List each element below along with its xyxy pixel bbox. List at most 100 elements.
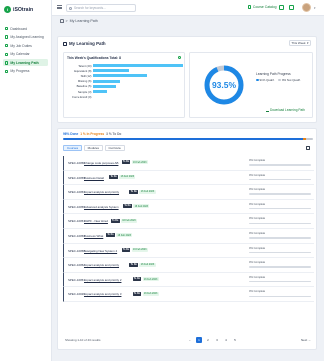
- brand-logo[interactable]: i iSOtrain: [0, 0, 51, 17]
- qualification-bar: [93, 74, 147, 78]
- status-badge: To Do: [121, 247, 131, 252]
- completion-track: [249, 178, 311, 181]
- logo-mark-icon: i: [4, 6, 11, 13]
- course-name-link[interactable]: Impact analysis and priority: [84, 263, 119, 267]
- table-row[interactable]: SPEC-10053 Impact analysis and priority To…: [63, 185, 314, 200]
- hamburger-menu-icon[interactable]: [57, 5, 62, 9]
- chevron-down-icon[interactable]: ▾: [314, 6, 316, 10]
- status-badge: To Do: [110, 218, 120, 223]
- course-name-link[interactable]: Business Detail: [84, 176, 104, 180]
- completion-status: 0% Complete: [249, 275, 266, 279]
- tab-curricula[interactable]: Curricula: [104, 145, 125, 151]
- due-date-badge: 16 Feb 2023: [133, 204, 150, 209]
- qualification-label: Skill (12): [80, 73, 92, 78]
- due-date-badge: 16 Feb 2023: [142, 291, 159, 296]
- courses-panel: 96% Done 1 % In Progress 3 % To Do Cours…: [57, 128, 317, 350]
- course-name-link[interactable]: Impact analysis and priority 2: [84, 278, 121, 282]
- course-name-link[interactable]: Impact analysis and priority: [84, 190, 119, 194]
- table-row[interactable]: SPEC-10059 Business Detail To Do 16 Feb 202…: [63, 170, 314, 186]
- completion-track: [249, 237, 311, 239]
- sidebar-item-dashboard[interactable]: Dashboard: [3, 25, 48, 32]
- course-name-link[interactable]: DHPF - New Hired: [84, 219, 108, 223]
- page-4-button[interactable]: 4: [223, 337, 229, 343]
- learning-path-icon: [63, 41, 67, 46]
- progress-legend: 91% Qualif. 9% Not Qualif.: [256, 78, 301, 82]
- settings-icon[interactable]: [177, 55, 181, 59]
- avatar[interactable]: [302, 3, 311, 12]
- course-name-link[interactable]: Business What: [84, 234, 103, 238]
- tab-modules[interactable]: Modules: [83, 145, 104, 151]
- table-row[interactable]: SPEC-10058 Navigating New System 4 To Do 16…: [63, 243, 314, 259]
- page-5-button[interactable]: 5: [232, 337, 238, 343]
- table-row[interactable]: SPEC-10026 Impact analysis and priority 3…: [63, 287, 314, 302]
- course-name-link[interactable]: Impact analysis and priority 3: [84, 292, 121, 296]
- completion-status: 0% Complete: [249, 188, 266, 192]
- course-type-tabs: Courses Modules Curricula: [63, 145, 125, 151]
- download-learning-path-link[interactable]: Download Learning Path: [266, 108, 305, 112]
- prev-page-arrow-icon[interactable]: ←: [187, 337, 193, 343]
- download-label: Download Learning Path: [270, 108, 305, 112]
- help-icon[interactable]: [289, 4, 294, 10]
- table-row[interactable]: SPEC-10050 Business What To Do 16 Feb 2023 0…: [63, 228, 314, 244]
- qualification-row: Force Enroll (0): [67, 94, 183, 99]
- chevron-down-icon: ▾: [307, 41, 309, 45]
- sidebar-item-assigned-learning[interactable]: My Assigned Learning: [3, 34, 48, 41]
- home-icon[interactable]: [60, 19, 64, 23]
- course-name-link[interactable]: Advanced analysis System: [84, 205, 119, 209]
- summary-in-progress: 1 % In Progress: [80, 132, 105, 136]
- table-row[interactable]: SPEC-10051 DHPF - New Hired To Do 16 Feb 20…: [63, 214, 314, 229]
- qualification-label: Talent (20): [78, 63, 92, 68]
- table-row[interactable]: SPEC-10056 Advanced analysis System To Do 1…: [63, 199, 314, 215]
- sidebar-item-calendar[interactable]: My Calendar: [3, 51, 48, 58]
- chart-icon: [5, 69, 9, 74]
- qualifications-card: This Week's Qualifications Total: 8 Tale…: [63, 52, 185, 118]
- period-select[interactable]: This Week ▾: [289, 40, 311, 46]
- status-badge: To Do: [132, 277, 142, 282]
- page-2-button[interactable]: 2: [205, 337, 211, 343]
- table-row[interactable]: SPEC-10051 Impact analysis and priority 2…: [63, 272, 314, 288]
- sidebar-item-label: My Assigned Learning: [10, 35, 44, 40]
- course-code: SPEC-10056: [68, 204, 85, 209]
- period-select-value: This Week: [291, 41, 306, 45]
- table-row[interactable]: SPEC-10052 Impact analysis and priority To…: [63, 258, 314, 273]
- page-title: My Learning Path: [63, 41, 106, 46]
- due-date-badge: 16 Feb 2023: [142, 277, 159, 282]
- print-icon[interactable]: [305, 146, 310, 150]
- notifications-icon[interactable]: [279, 4, 284, 10]
- pagination-footer: Showing 1-10 of 43 results ← 12345 Next …: [63, 335, 313, 345]
- sidebar-item-label: Dashboard: [10, 26, 27, 31]
- summary-done: 96% Done: [63, 132, 79, 136]
- course-name-link[interactable]: Change code purposes AB: [84, 161, 118, 165]
- sidebar-item-learning-path[interactable]: My Learning Path: [3, 59, 48, 67]
- qualification-bar: [93, 64, 183, 68]
- breadcrumb-current: My Learning Path: [69, 19, 98, 23]
- due-date-badge: 16 Feb 2023: [139, 262, 156, 267]
- progress-segment: [305, 138, 313, 141]
- sidebar-item-progress[interactable]: My Progress: [3, 68, 48, 75]
- page-3-button[interactable]: 3: [214, 337, 220, 343]
- table-row[interactable]: SPEC-10058 Change code purposes AB To Do 16…: [63, 156, 314, 171]
- completion-progress-bar: [63, 138, 313, 141]
- due-date-badge: 16 Feb 2023: [139, 189, 156, 194]
- due-date-badge: 16 Feb 2023: [116, 233, 133, 238]
- course-name-link[interactable]: Navigating New System 4: [84, 249, 117, 253]
- qualification-track: [93, 74, 183, 78]
- qualification-label: Missing (6): [77, 79, 92, 84]
- sidebar-item-job-duties[interactable]: My Job Duties: [3, 42, 48, 49]
- course-catalog-link[interactable]: Course Catalog: [248, 5, 276, 9]
- sidebar: i iSOtrain Dashboard My Assigned Learnin…: [0, 0, 52, 361]
- course-catalog-label: Course Catalog: [252, 5, 277, 9]
- completion-status: 0% Complete: [249, 202, 266, 206]
- course-code: SPEC-10052: [68, 263, 85, 268]
- search-input[interactable]: Search for keywords...: [66, 4, 136, 12]
- completion-status: 0% Complete: [249, 261, 266, 265]
- next-page-button[interactable]: Next →: [301, 338, 311, 342]
- course-code: SPEC-10050: [68, 233, 85, 238]
- qualification-track: [93, 84, 183, 88]
- next-label: Next: [300, 338, 308, 342]
- tab-courses[interactable]: Courses: [63, 145, 83, 151]
- page-1-button[interactable]: 1: [196, 336, 202, 343]
- qualification-bar: [93, 79, 120, 83]
- qualification-label: Equivalent (8): [74, 68, 92, 73]
- completion-status: 0% Complete: [249, 173, 266, 177]
